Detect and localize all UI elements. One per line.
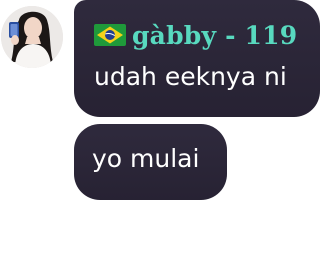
user-avatar-photo	[1, 6, 63, 68]
message-text: yo mulai	[92, 144, 200, 173]
message-text: udah eeknya ni	[94, 62, 287, 91]
avatar[interactable]	[1, 6, 63, 68]
sender-username[interactable]: gàbby - 119	[132, 21, 297, 50]
message-bubble: gàbby - 119 udah eeknya ni	[74, 0, 320, 117]
brazil-flag-icon	[94, 24, 126, 46]
sender-row: gàbby - 119	[94, 18, 297, 52]
